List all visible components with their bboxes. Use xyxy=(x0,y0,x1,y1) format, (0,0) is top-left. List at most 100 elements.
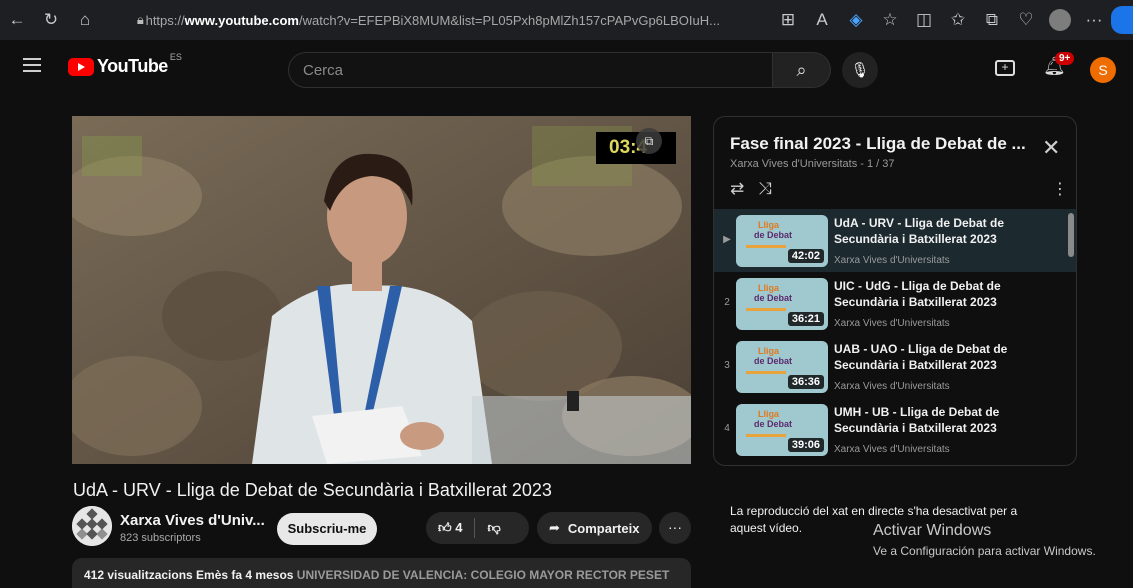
playlist-item-title: UAB - UAO - Lliga de Debat de Secundària… xyxy=(834,342,1008,372)
user-avatar[interactable]: S xyxy=(1090,57,1116,83)
url-path: /watch?v=EFEPBiX8MUM&list=PL05Pxh8pMlZh1… xyxy=(298,12,720,28)
loop-icon[interactable]: ⇄ xyxy=(730,179,744,199)
browser-actions: ⊞ A ◈ ☆ ◫ ✩ ⧉ ♡ ··· xyxy=(771,0,1133,40)
share-arrow-icon: ➦ xyxy=(549,520,560,535)
description-snippet: UNIVERSIDAD DE VALENCIA: COLEGIO MAYOR R… xyxy=(293,568,670,582)
search-icon: ⌕ xyxy=(796,59,807,80)
more-actions-button[interactable]: ··· xyxy=(659,512,691,544)
extension-icon[interactable]: ◈ xyxy=(839,0,873,40)
description-box[interactable]: 412 visualitzacions Emès fa 4 mesos UNIV… xyxy=(72,558,691,588)
address-bar[interactable]: 🔒︎ https://www.youtube.com/watch?v=EFEPB… xyxy=(135,6,720,34)
playlist-items: ▶ Lliga de Debat 42:02 UdA - URV - Lliga… xyxy=(714,209,1076,461)
share-button[interactable]: ➦ Comparteix xyxy=(537,512,652,544)
subscribe-button[interactable]: Subscriu-me xyxy=(277,513,377,545)
thumb-logo-text: de Debat xyxy=(754,356,793,366)
refresh-icon[interactable]: ↻ xyxy=(34,0,68,40)
notification-badge: 9+ xyxy=(1055,52,1075,65)
playlist-scrollbar[interactable] xyxy=(1068,213,1074,257)
channel-avatar[interactable] xyxy=(72,506,112,546)
playlist-menu-icon[interactable]: ⋮ xyxy=(1052,179,1068,199)
playlist-item-title: UIC - UdG - Lliga de Debat de Secundària… xyxy=(834,279,1001,309)
playlist-item-index: ▶ xyxy=(723,234,731,245)
thumb-stripe xyxy=(746,371,786,374)
thumb-logo-text: Lliga xyxy=(758,220,780,230)
playlist-item-channel: Xarxa Vives d'Universitats xyxy=(834,381,950,392)
country-code: ES xyxy=(169,52,182,62)
playlist-item[interactable]: 3 Lliga de Debat 36:36 UAB - UAO - Lliga… xyxy=(714,335,1076,398)
playlist-item[interactable]: 2 Lliga de Debat 36:21 UIC - UdG - Lliga… xyxy=(714,272,1076,335)
duration-badge: 36:21 xyxy=(787,312,824,326)
thumb-logo-text: de Debat xyxy=(754,230,793,240)
thumb-stripe xyxy=(746,434,786,437)
video-title: UdA - URV - Lliga de Debat de Secundària… xyxy=(73,480,552,500)
playlist-thumbnail: Lliga de Debat 36:36 xyxy=(736,341,828,393)
menu-icon[interactable] xyxy=(23,58,41,72)
settings-more-icon[interactable]: ··· xyxy=(1077,0,1111,40)
playlist-item[interactable]: ▶ Lliga de Debat 42:02 UdA - URV - Lliga… xyxy=(714,209,1076,272)
playlist-item-index: 4 xyxy=(724,423,730,434)
playlist-item-index: 2 xyxy=(724,297,730,308)
playlist-thumbnail: Lliga de Debat 39:06 xyxy=(736,404,828,456)
shuffle-icon[interactable]: ⤨ xyxy=(758,179,772,199)
playlist-controls: ⇄ ⤨ xyxy=(730,179,772,199)
like-divider xyxy=(474,518,476,538)
like-count: 4 xyxy=(455,520,463,535)
collections-icon[interactable]: ⧉ xyxy=(975,0,1009,40)
like-button[interactable]: 👍︎ 4 xyxy=(438,520,462,536)
favorite-star-icon[interactable]: ☆ xyxy=(873,0,907,40)
playlist-item-channel: Xarxa Vives d'Universitats xyxy=(834,444,950,455)
thumb-logo-text: Lliga xyxy=(758,283,780,293)
playlist-item-title: UMH - UB - Lliga de Debat de Secundària … xyxy=(834,405,1000,435)
video-player[interactable] xyxy=(72,116,691,464)
favorites-list-icon[interactable]: ✩ xyxy=(941,0,975,40)
thumb-logo-text: Lliga xyxy=(758,346,780,356)
voice-search-icon[interactable]: 🎙︎ xyxy=(842,52,878,88)
thumbs-up-icon: 👍︎ xyxy=(438,520,452,535)
thumb-logo-text: de Debat xyxy=(754,293,793,303)
site-info-icon[interactable]: 🔒︎ xyxy=(135,12,146,28)
thumb-stripe xyxy=(746,308,786,311)
subscriber-count: 823 subscriptors xyxy=(120,532,201,544)
create-video-icon[interactable]: + xyxy=(995,60,1015,76)
windows-activation-title: Activar Windows xyxy=(873,522,992,539)
playlist-item-channel: Xarxa Vives d'Universitats xyxy=(834,255,950,266)
playlist-thumbnail: Lliga de Debat 42:02 xyxy=(736,215,828,267)
thumbs-down-icon[interactable]: 👎︎ xyxy=(487,520,500,536)
split-screen-icon[interactable]: ◫ xyxy=(907,0,941,40)
back-arrow-icon[interactable]: ← xyxy=(0,0,34,40)
copilot-icon[interactable] xyxy=(1111,6,1133,34)
search-placeholder: Cerca xyxy=(303,61,344,79)
youtube-logo[interactable]: YouTube ES xyxy=(68,52,182,77)
thumb-logo-text: Lliga xyxy=(758,409,780,419)
playlist-item[interactable]: 4 Lliga de Debat 39:06 UMH - UB - Lliga … xyxy=(714,398,1076,461)
url-domain: www.youtube.com xyxy=(184,12,299,28)
thumb-logo-text: de Debat xyxy=(754,419,793,429)
share-label: Comparteix xyxy=(567,520,640,536)
thumb-stripe xyxy=(746,245,786,248)
profile-avatar[interactable] xyxy=(1049,9,1071,31)
windows-activation-subtitle: Ve a Configuración para activar Windows. xyxy=(873,544,1096,558)
duration-badge: 36:36 xyxy=(787,375,824,389)
view-count-date: 412 visualitzacions Emès fa 4 mesos xyxy=(84,568,294,582)
close-icon[interactable]: ✕ xyxy=(1042,135,1060,161)
duration-badge: 42:02 xyxy=(787,249,824,263)
app-grid-icon[interactable]: ⊞ xyxy=(771,0,805,40)
playlist-thumbnail: Lliga de Debat 36:21 xyxy=(736,278,828,330)
duration-badge: 39:06 xyxy=(787,438,824,452)
like-dislike-group: 👍︎ 4 👎︎ xyxy=(426,512,529,544)
search-button[interactable]: ⌕ xyxy=(773,52,831,88)
youtube-play-icon xyxy=(68,57,94,76)
browser-essentials-icon[interactable]: ♡ xyxy=(1009,0,1043,40)
video-frame xyxy=(72,116,691,464)
youtube-header: YouTube ES Cerca ⌕ 🎙︎ + 🔔︎ 9+ S xyxy=(0,40,1133,96)
playlist-item-title: UdA - URV - Lliga de Debat de Secundària… xyxy=(834,216,1005,246)
channel-name[interactable]: Xarxa Vives d'Univ... xyxy=(120,512,265,529)
url-prefix: https:// xyxy=(145,12,185,28)
home-icon[interactable]: ⌂ xyxy=(68,0,102,40)
read-aloud-icon[interactable]: A xyxy=(805,0,839,40)
playlist-title[interactable]: Fase final 2023 - Lliga de Debat de ... xyxy=(730,134,1026,154)
miniplayer-icon[interactable]: ⧉ xyxy=(636,128,662,154)
search-input[interactable]: Cerca xyxy=(288,52,773,88)
playlist-subtitle: Xarxa Vives d'Universitats - 1 / 37 xyxy=(730,158,895,170)
playlist-item-channel: Xarxa Vives d'Universitats xyxy=(834,318,950,329)
